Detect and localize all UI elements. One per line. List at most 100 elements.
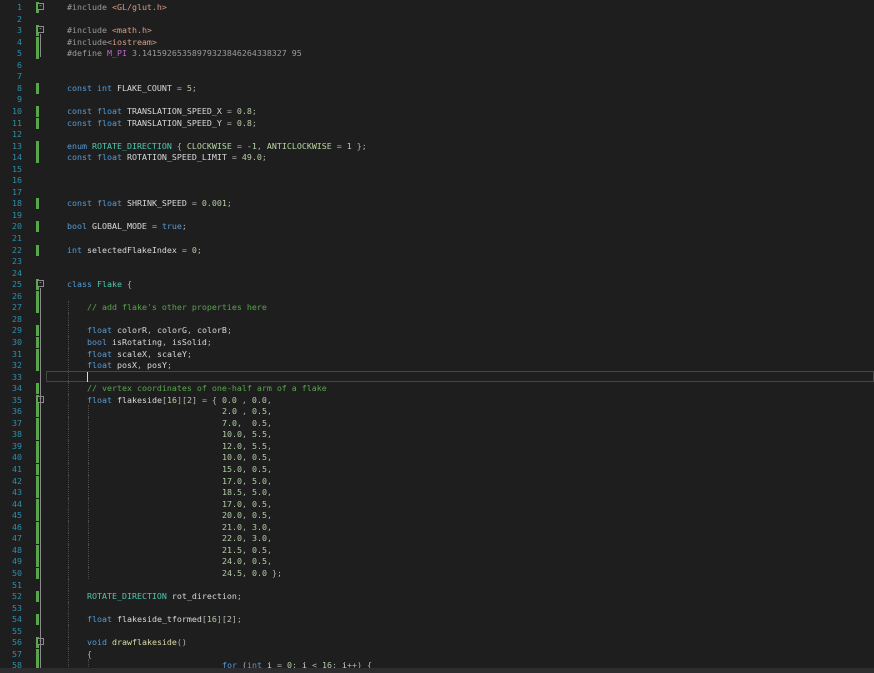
code-line[interactable]: 42 17.0, 5.0,	[0, 474, 874, 487]
change-indicator	[36, 336, 39, 348]
change-indicator	[36, 360, 39, 372]
code-line[interactable]: 32 float posX, posY;	[0, 359, 874, 372]
code-line[interactable]: 4 #include<iostream>	[0, 36, 874, 48]
code-line[interactable]: 50 24.5, 0.0 };	[0, 566, 874, 579]
code-line[interactable]: 23	[0, 255, 874, 267]
indent-guide	[68, 486, 69, 499]
code-line[interactable]: 15	[0, 163, 874, 175]
code-line[interactable]: 36 2.0 , 0.5,	[0, 405, 874, 418]
code-token: ,	[266, 394, 272, 405]
code-line[interactable]: 27 // add flake's other properties here	[0, 301, 874, 314]
code-line[interactable]: 45 20.0, 0.5,	[0, 509, 874, 522]
code-line[interactable]: 13 enum ROTATE_DIRECTION { CLOCKWISE = -1…	[0, 140, 874, 152]
code-line[interactable]: 24	[0, 267, 874, 279]
line-number: 57	[12, 648, 22, 659]
line-number: 19	[12, 209, 22, 220]
change-indicator	[36, 105, 39, 117]
code-line[interactable]: 1 - #include <GL/glut.h>	[0, 1, 874, 13]
code-line[interactable]: 18 const float SHRINK_SPEED = 0.001;	[0, 197, 874, 210]
code-line[interactable]: 6	[0, 59, 874, 71]
code-line[interactable]: 2	[0, 13, 874, 25]
line-number: 25	[12, 279, 22, 290]
indent-guide	[68, 613, 69, 626]
change-indicator	[36, 510, 39, 522]
code-line[interactable]: 10 const float TRANSLATION_SPEED_X = 0.8;	[0, 105, 874, 117]
code-line[interactable]: 3 - #include <math.h>	[0, 24, 874, 37]
code-line[interactable]: 8 const int FLAKE_COUNT = 5;	[0, 82, 874, 94]
code-line[interactable]: 40 10.0, 0.5,	[0, 451, 874, 464]
code-line[interactable]: 44 17.0, 0.5,	[0, 497, 874, 510]
code-line[interactable]: 56-void drawflakeside()	[0, 636, 874, 649]
code-line[interactable]: 26	[0, 290, 874, 302]
code-line[interactable]: 41 15.0, 0.5,	[0, 463, 874, 475]
code-line[interactable]: 16	[0, 174, 874, 186]
code-text: 21.5, 0.5,	[222, 544, 272, 556]
code-token: 16	[206, 614, 217, 625]
code-line[interactable]: 55	[0, 624, 874, 637]
line-number: 35	[12, 394, 22, 405]
code-text: const float TRANSLATION_SPEED_Y = 0.8;	[67, 117, 257, 129]
code-line[interactable]: 47 22.0, 3.0,	[0, 532, 874, 545]
line-number: 5	[17, 48, 22, 59]
code-line[interactable]: 17	[0, 186, 874, 198]
code-line[interactable]: 14 const float ROTATION_SPEED_LIMIT = 49.…	[0, 151, 874, 164]
indent-guide	[68, 647, 69, 660]
code-line[interactable]: 19	[0, 209, 874, 221]
code-line[interactable]: 35-float flakeside[16][2] = { 0.0 , 0.0,	[0, 393, 874, 406]
code-line[interactable]: 37 7.0, 0.5,	[0, 416, 874, 429]
code-text: 12.0, 5.5,	[222, 440, 272, 452]
code-line[interactable]: 11 const float TRANSLATION_SPEED_Y = 0.8;	[0, 117, 874, 129]
code-text: void drawflakeside()	[87, 636, 187, 648]
change-indicator	[36, 290, 39, 302]
code-line[interactable]: 46 21.0, 3.0,	[0, 520, 874, 533]
code-line[interactable]: 30 bool isRotating, isSolid;	[0, 335, 874, 348]
collapse-toggle-icon[interactable]: -	[37, 280, 44, 288]
code-line[interactable]: 53	[0, 601, 874, 614]
code-token: true	[161, 221, 182, 232]
code-line[interactable]: 28	[0, 312, 874, 325]
code-line[interactable]: 7	[0, 70, 874, 82]
code-token: 0.5	[251, 556, 267, 567]
code-editor[interactable]: 1 - #include <GL/glut.h> 2 3 - #include <math.…	[0, 0, 874, 673]
line-number: 36	[12, 406, 22, 417]
code-line[interactable]: 39 12.0, 5.5,	[0, 439, 874, 452]
code-token: ANTICLOCKWISE	[266, 140, 337, 151]
horizontal-scrollbar[interactable]	[0, 668, 874, 673]
code-line[interactable]: 38 10.0, 5.5,	[0, 428, 874, 441]
fold-region-line	[40, 646, 41, 670]
code-line[interactable]: 43 18.5, 5.0,	[0, 486, 874, 499]
code-line[interactable]: 57 {	[0, 647, 874, 660]
code-token: =	[226, 105, 237, 116]
change-indicator	[36, 82, 39, 94]
code-line[interactable]: 25 - class Flake {	[0, 278, 874, 291]
code-text: #include<iostream>	[67, 36, 157, 48]
code-line[interactable]: 9	[0, 93, 874, 105]
code-line[interactable]: 51	[0, 578, 874, 591]
code-token: ,	[241, 533, 252, 544]
collapse-toggle-icon[interactable]: -	[37, 26, 44, 34]
line-number: 14	[12, 152, 22, 163]
code-token: flakeside	[116, 394, 162, 405]
code-line[interactable]: 21	[0, 232, 874, 244]
code-line[interactable]: 29 float colorR, colorG, colorB;	[0, 324, 874, 337]
code-token: ;	[226, 325, 232, 336]
code-token: #define	[67, 48, 107, 59]
code-line[interactable]: 31 float scaleX, scaleY;	[0, 347, 874, 360]
code-line[interactable]: 34 // vertex coordinates of one-half arm …	[0, 382, 874, 395]
collapse-toggle-icon[interactable]: -	[37, 3, 44, 10]
code-token: ;	[186, 348, 192, 359]
indent-guide	[88, 416, 89, 429]
change-indicator	[36, 429, 39, 441]
code-line[interactable]: 12	[0, 128, 874, 140]
code-line[interactable]: 22 int selectedFlakeIndex = 0;	[0, 244, 874, 256]
code-line[interactable]: 52 ROTATE_DIRECTION rot_direction;	[0, 590, 874, 603]
code-line[interactable]: 54 float flakeside_tformed[16][2];	[0, 613, 874, 626]
code-line[interactable]: 48 21.5, 0.5,	[0, 543, 874, 556]
code-line[interactable]: 49 24.0, 0.5,	[0, 555, 874, 568]
code-line[interactable]: 5 #define M_PI 3.141592653589793238462643…	[0, 47, 874, 60]
code-text: // add flake's other properties here	[87, 301, 267, 313]
code-text: #define M_PI 3.1415926535897932384626433…	[67, 47, 302, 59]
change-indicator	[36, 544, 39, 556]
code-line[interactable]: 20 bool GLOBAL_MODE = true;	[0, 220, 874, 233]
code-line[interactable]: 33	[0, 370, 874, 383]
